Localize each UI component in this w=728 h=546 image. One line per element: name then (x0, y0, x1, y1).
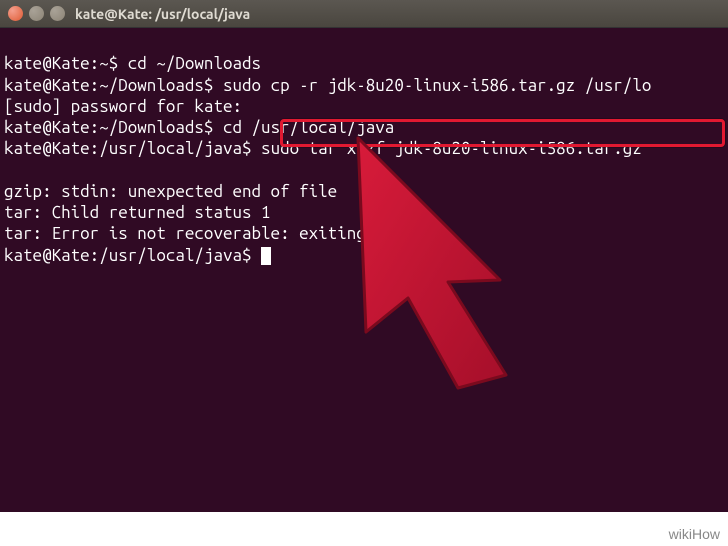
footer-strip: wikiHow (0, 512, 728, 546)
prompt: kate@Kate:~/Downloads$ (4, 118, 223, 137)
prompt: kate@Kate:~/Downloads$ (4, 76, 223, 95)
terminal-body[interactable]: kate@Kate:~$ cd ~/Downloads kate@Kate:~/… (0, 28, 728, 291)
output-text: [sudo] password for kate: (4, 97, 242, 116)
output-text: gzip: stdin: unexpected end of file (4, 182, 337, 201)
maximize-icon[interactable] (50, 6, 65, 21)
output-text: tar: Error is not recoverable: exiting n… (4, 224, 404, 243)
watermark: wikiHow (669, 526, 720, 542)
blank-line (4, 161, 14, 180)
output-text: tar: Child returned status 1 (4, 203, 271, 222)
command-text: cd ~/Downloads (128, 54, 261, 73)
close-icon[interactable] (8, 6, 23, 21)
prompt: kate@Kate:/usr/local/java$ (4, 139, 261, 158)
prompt: kate@Kate:~$ (4, 54, 128, 73)
minimize-icon[interactable] (29, 6, 44, 21)
terminal-window: kate@Kate: /usr/local/java kate@Kate:~$ … (0, 0, 728, 512)
window-controls (8, 6, 65, 21)
command-text: sudo cp -r jdk-8u20-linux-i586.tar.gz /u… (223, 76, 651, 95)
titlebar: kate@Kate: /usr/local/java (0, 0, 728, 28)
window-title: kate@Kate: /usr/local/java (75, 6, 250, 22)
highlight-annotation (280, 119, 725, 147)
prompt: kate@Kate:/usr/local/java$ (4, 246, 261, 265)
cursor-icon (261, 247, 271, 265)
